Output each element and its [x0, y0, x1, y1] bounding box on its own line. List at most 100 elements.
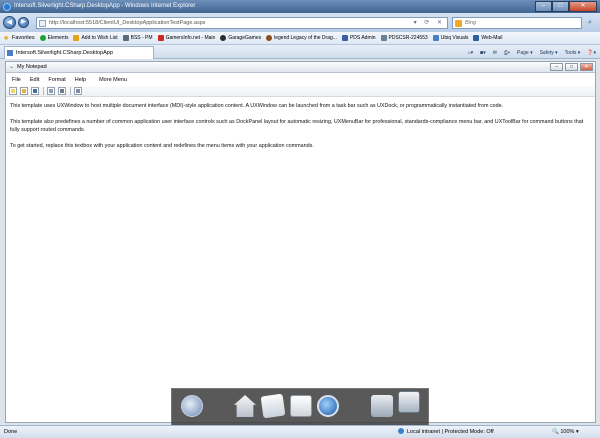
- favorite-item[interactable]: BSS - PM: [122, 35, 153, 41]
- favorite-label: legend Legacy of the Drag...: [274, 35, 337, 41]
- bookmark-icon: [432, 35, 439, 41]
- notepad-title: My Notepad: [17, 64, 47, 70]
- favorite-label: Web-Mail: [481, 35, 503, 41]
- paragraph: This template uses UXWindow to host mult…: [10, 103, 504, 109]
- new-document-icon[interactable]: [9, 87, 17, 95]
- bookmark-icon: [266, 35, 273, 41]
- page-menu[interactable]: Page ▾: [517, 50, 533, 56]
- favorite-label: Add to Wish List: [81, 35, 118, 41]
- page-icon: [7, 50, 13, 56]
- computer-dock-icon[interactable]: [398, 391, 420, 413]
- status-text: Done: [4, 429, 18, 435]
- favorite-label: Elements: [47, 35, 69, 41]
- print-icon[interactable]: [58, 87, 66, 95]
- mail-icon[interactable]: ✉: [493, 50, 497, 56]
- notepad-toolbar: [6, 86, 595, 97]
- favorite-label: PDS Admin: [349, 35, 376, 41]
- address-tools[interactable]: ▾ ⟳ ✕: [414, 18, 445, 28]
- network-dock-icon[interactable]: [371, 395, 393, 417]
- favorite-item[interactable]: GarageGames: [220, 35, 261, 41]
- favorites-label: Favorites: [12, 35, 35, 41]
- bookmark-icon: [157, 35, 164, 41]
- settings-dock-icon[interactable]: [317, 395, 339, 417]
- internet-explorer-icon: [3, 3, 11, 11]
- status-bar: Done Local intranet | Protected Mode: Of…: [0, 425, 600, 438]
- uxdock: [171, 388, 429, 425]
- favorite-item[interactable]: GamersInfo.net - Main: [157, 35, 216, 41]
- chevron-down-icon[interactable]: ⌄: [9, 62, 14, 72]
- save-icon[interactable]: [31, 87, 39, 95]
- paragraph: To get started, replace this textbox wit…: [10, 143, 314, 149]
- print-preview-icon[interactable]: [47, 87, 55, 95]
- favorite-label: GarageGames: [228, 35, 262, 41]
- favorites-bar: ★ Favorites Elements Add to Wish List BS…: [0, 32, 600, 45]
- print-icon[interactable]: ⎙▾: [504, 50, 510, 56]
- bookmark-icon: [380, 35, 387, 41]
- favorite-item[interactable]: Elements: [39, 35, 69, 41]
- window-titlebar: Intersoft.Silverlight.CSharp.DesktopApp …: [0, 0, 600, 13]
- window-title: Intersoft.Silverlight.CSharp.DesktopApp …: [14, 3, 196, 9]
- favorite-label: GamersInfo.net - Main: [165, 35, 216, 41]
- browser-dock-icon[interactable]: [181, 395, 203, 417]
- help-menu[interactable]: ❓▾: [587, 50, 596, 56]
- browser-tab[interactable]: Intersoft.Silverlight.CSharp.DesktopApp: [4, 46, 154, 59]
- favorites-button[interactable]: ★ Favorites: [3, 35, 35, 42]
- rss-icon[interactable]: ◙▾: [480, 50, 486, 56]
- back-button[interactable]: ◀: [3, 16, 16, 29]
- close-window-button[interactable]: ✕: [569, 1, 597, 12]
- home-icon[interactable]: ⌂▾: [468, 50, 474, 56]
- command-bar: ⌂▾ ◙▾ ✉ ⎙▾ Page ▾ Safety ▾ Tools ▾ ❓▾: [461, 48, 596, 58]
- notepad-menubar: File Edit Format Help More Menu: [6, 73, 595, 86]
- favorite-item[interactable]: Add to Wish List: [73, 35, 118, 41]
- bookmark-icon: [220, 35, 227, 41]
- favorite-item[interactable]: PDS Admin: [341, 35, 376, 41]
- tools-menu[interactable]: Tools ▾: [565, 50, 581, 56]
- bing-icon: [455, 20, 462, 27]
- notepad-minimize-button[interactable]: –: [550, 63, 563, 71]
- search-icon[interactable]: ⌕: [584, 17, 596, 29]
- zoom-control[interactable]: 🔍 100% ▾: [552, 426, 579, 438]
- notepad-dock-icon[interactable]: [290, 395, 312, 417]
- zone-label: Local intranet | Protected Mode: Off: [407, 429, 494, 435]
- documents-dock-icon[interactable]: [260, 393, 286, 419]
- toolbar-separator: [70, 87, 71, 95]
- favorite-item[interactable]: Web-Mail: [473, 35, 502, 41]
- notepad-titlebar[interactable]: ⌄ My Notepad – □ ✕: [6, 62, 595, 73]
- bookmark-icon: [39, 35, 46, 41]
- page-icon: [39, 20, 46, 27]
- star-icon: ★: [3, 34, 10, 42]
- menu-file[interactable]: File: [12, 77, 21, 83]
- favorite-item[interactable]: legend Legacy of the Drag...: [266, 35, 337, 41]
- minimize-button[interactable]: –: [535, 1, 552, 12]
- menu-format[interactable]: Format: [48, 77, 65, 83]
- menu-help[interactable]: Help: [75, 77, 86, 83]
- forward-button[interactable]: ▶: [18, 17, 29, 28]
- toolbar-separator: [43, 87, 44, 95]
- open-folder-icon[interactable]: [20, 87, 28, 95]
- security-zone[interactable]: Local intranet | Protected Mode: Off: [398, 426, 494, 438]
- home-dock-icon[interactable]: [234, 395, 256, 417]
- paragraph: This template also predefines a number o…: [10, 119, 584, 133]
- notepad-close-button[interactable]: ✕: [580, 63, 593, 71]
- safety-menu[interactable]: Safety ▾: [540, 50, 558, 56]
- maximize-button[interactable]: □: [552, 1, 569, 12]
- favorite-label: BSS - PM: [130, 35, 153, 41]
- search-input[interactable]: [465, 18, 565, 28]
- address-bar[interactable]: http://localhost:5518/ClientUI_DesktopAp…: [36, 17, 448, 29]
- search-box[interactable]: [452, 17, 582, 29]
- favorite-item[interactable]: Ubiq Visuals: [432, 35, 468, 41]
- bookmark-icon: [473, 35, 480, 41]
- navigation-bar: ◀ ▶ http://localhost:5518/ClientUI_Deskt…: [0, 13, 600, 32]
- page-content: ⌄ My Notepad – □ ✕ File Edit Format Help…: [0, 59, 600, 425]
- menu-more[interactable]: More Menu: [99, 77, 127, 83]
- bookmark-icon: [73, 35, 80, 41]
- tab-label: Intersoft.Silverlight.CSharp.DesktopApp: [16, 50, 113, 56]
- address-url[interactable]: http://localhost:5518/ClientUI_DesktopAp…: [49, 18, 206, 28]
- notepad-textbox[interactable]: This template uses UXWindow to host mult…: [6, 99, 595, 422]
- bookmark-icon: [341, 35, 348, 41]
- properties-icon[interactable]: [74, 87, 82, 95]
- menu-edit[interactable]: Edit: [30, 77, 39, 83]
- favorite-item[interactable]: PDSCSR-224553: [380, 35, 428, 41]
- notepad-maximize-button[interactable]: □: [565, 63, 578, 71]
- globe-icon: [398, 428, 404, 434]
